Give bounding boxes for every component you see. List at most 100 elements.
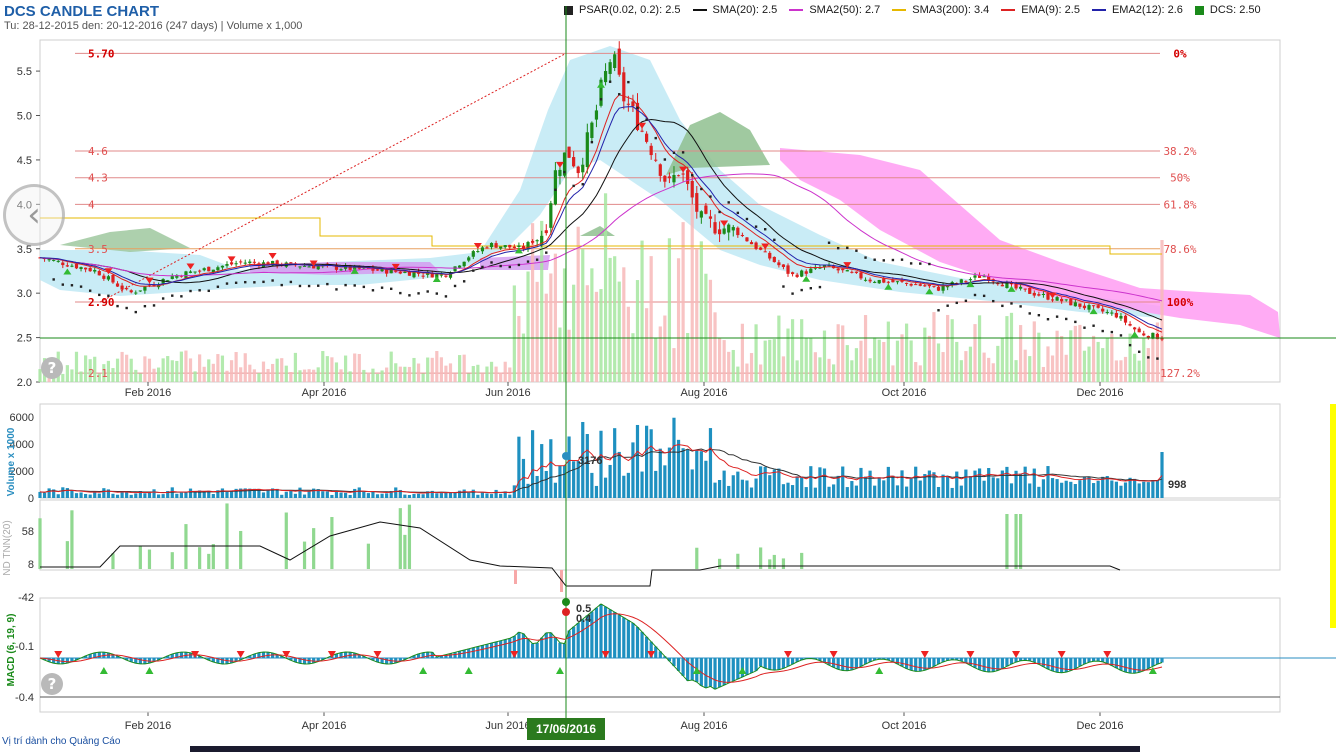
psar-dot — [462, 280, 466, 283]
volume-bar — [946, 476, 950, 498]
candle-body — [731, 227, 735, 231]
ad-text[interactable]: Vị trí dành cho Quảng Cáo — [2, 736, 120, 747]
volume-bar — [380, 493, 384, 498]
volume-bar — [613, 428, 617, 498]
candle-body — [65, 265, 69, 267]
psar-dot — [563, 170, 566, 174]
volume-bar — [1078, 480, 1082, 498]
ad-banner[interactable] — [190, 746, 1140, 752]
psar-dot — [645, 118, 648, 121]
chart-canvas[interactable]: 2.02.53.03.54.04.55.05.5Feb 2016 Apr 2016… — [0, 0, 1336, 752]
psar-dot — [116, 304, 119, 308]
volume-bar — [740, 479, 744, 498]
volume-bar — [722, 470, 726, 498]
scroll-left-button[interactable]: ‹ — [3, 184, 65, 246]
x-tick-label: Oct 2016 — [882, 387, 927, 399]
volume-overlay-bar — [950, 319, 954, 382]
macd-histogram-bar — [526, 639, 530, 658]
ndtnn-axis-label: ND TNN(20) — [2, 520, 13, 575]
macd-sell-marker — [784, 651, 792, 658]
volume-bar — [904, 486, 909, 498]
macd-histogram-bar — [749, 658, 754, 673]
volume-overlay-bar — [845, 345, 849, 382]
volume-overlay-bar — [987, 357, 991, 382]
candle-body — [239, 261, 243, 263]
macd-sell-marker — [966, 651, 975, 658]
volume-overlay-bar — [115, 358, 120, 382]
side-scroll-bar[interactable] — [1330, 404, 1336, 628]
candle-body — [79, 267, 83, 269]
psar-dot — [472, 269, 475, 272]
volume-bar — [88, 494, 92, 498]
candle-body — [1123, 315, 1128, 323]
ndtnn-bar — [170, 552, 174, 569]
volume-overlay-bar — [749, 353, 754, 382]
volume-bar — [448, 492, 453, 498]
macd-histogram-bar — [553, 637, 557, 658]
candle-body — [129, 290, 133, 293]
ad-bar[interactable]: Vị trí dành cho Quảng Cáo — [0, 736, 1336, 752]
ndtnn-bar — [70, 510, 74, 569]
candle-body — [298, 266, 302, 268]
signal-sell-marker — [227, 256, 236, 263]
psar-dot — [289, 280, 293, 284]
volume-bar — [987, 468, 991, 498]
candle-body — [572, 157, 576, 167]
macd-histogram-bar — [617, 614, 621, 658]
candle-body — [1000, 284, 1004, 287]
candle-body — [891, 279, 895, 283]
volume-bar — [681, 448, 685, 498]
help-icon[interactable]: ? — [41, 357, 63, 379]
candle-body — [658, 164, 662, 176]
ndtnn-bar — [211, 544, 215, 569]
macd-histogram-bar — [1041, 658, 1046, 667]
ndtnn-y-tick-label: 58 — [22, 526, 34, 538]
candle-body — [968, 279, 973, 281]
psar-dot — [408, 294, 411, 297]
volume-overlay-bar — [1060, 336, 1064, 382]
volume-overlay-bar — [521, 333, 526, 382]
candle-body — [681, 173, 685, 175]
candle-body — [1119, 315, 1123, 319]
volume-overlay-bar — [859, 340, 863, 382]
candle-body — [1050, 299, 1055, 301]
volume-overlay-bar — [936, 343, 941, 382]
volume-bar — [1137, 483, 1141, 498]
x-tick-label: Apr 2016 — [302, 720, 347, 732]
signal-buy-marker — [1130, 331, 1139, 338]
volume-overlay-bar — [631, 333, 635, 382]
volume-bar — [727, 485, 731, 498]
psar-dot — [882, 259, 885, 262]
candle-body — [229, 262, 234, 265]
fib-right-label: 50% — [1170, 172, 1190, 185]
volume-overlay-bar — [421, 373, 425, 382]
volume-bar — [65, 488, 69, 498]
candle-body — [708, 216, 713, 219]
volume-overlay-bar — [175, 360, 179, 382]
volume-overlay-bar — [248, 364, 252, 382]
psar-dot — [225, 282, 229, 285]
volume-bar — [886, 466, 890, 498]
candle-body — [1105, 311, 1109, 313]
macd-cursor-value: 0.4 — [576, 613, 592, 625]
macd-histogram-bar — [987, 658, 991, 673]
volume-bar — [56, 494, 60, 498]
psar-dot — [189, 289, 192, 293]
macd-sell-marker — [601, 651, 610, 658]
fib-left-label: 4.3 — [88, 172, 108, 185]
volume-overlay-bar — [416, 363, 421, 382]
psar-dot — [362, 285, 366, 289]
ichimoku-cloud-green — [666, 112, 770, 175]
help-icon[interactable]: ? — [41, 673, 63, 695]
volume-overlay-bar — [608, 257, 612, 382]
candle-body — [699, 211, 703, 218]
volume-bar — [1110, 480, 1114, 498]
volume-bar — [809, 466, 813, 498]
volume-overlay-bar — [125, 354, 129, 382]
volume-bar — [717, 479, 722, 498]
volume-bar — [1087, 476, 1091, 498]
psar-dot — [1037, 313, 1041, 317]
macd-histogram-bar — [1000, 658, 1004, 669]
volume-overlay-bar — [640, 240, 644, 382]
volume-bar — [467, 492, 471, 498]
